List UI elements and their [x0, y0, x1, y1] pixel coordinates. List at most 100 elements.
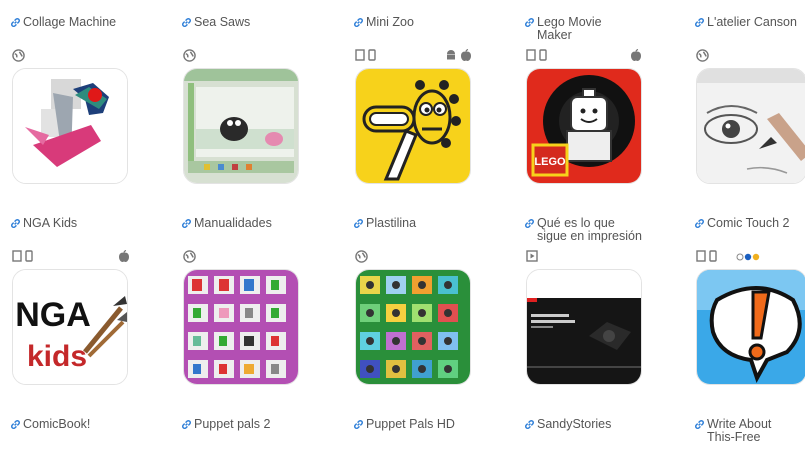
plastilina-icon[interactable]	[355, 269, 471, 385]
app-tile: Collage Machine	[10, 16, 170, 184]
app-tile: Manualidades	[181, 217, 341, 385]
app-tile: Plastilina	[353, 217, 513, 385]
app-title: Puppet Pals HD	[366, 417, 455, 431]
platform-icons	[355, 250, 480, 264]
app-title-link[interactable]: Write About This-Free	[694, 418, 805, 444]
phone-icon	[539, 49, 547, 61]
app-title: Lego Movie Maker	[537, 15, 602, 42]
platform-icons	[526, 250, 651, 264]
globe-icon	[355, 250, 368, 263]
platform-icons	[696, 250, 805, 264]
nga-kids-icon[interactable]: NGA kids	[12, 269, 128, 385]
video-icon	[526, 250, 538, 262]
que-es-lo-que-sigue-icon[interactable]	[526, 269, 642, 385]
platform-icons	[12, 49, 137, 63]
app-title: NGA Kids	[23, 216, 78, 230]
collage-machine-icon[interactable]	[12, 68, 128, 184]
flickr-dots-icon	[736, 253, 760, 261]
app-title: Sea Saws	[194, 15, 251, 29]
app-tile: Comic Touch 2	[694, 217, 805, 385]
link-icon	[525, 18, 534, 27]
phone-icon	[25, 250, 33, 262]
app-title: Manualidades	[194, 216, 272, 230]
platform-icons	[12, 250, 137, 264]
tablet-icon	[355, 49, 365, 61]
app-tile: Qué es lo que sigue en impresión	[524, 217, 684, 385]
app-title-link[interactable]: Sea Saws	[181, 16, 341, 29]
link-icon	[182, 420, 191, 429]
app-title-link[interactable]: Qué es lo que sigue en impresión	[524, 217, 684, 243]
android-icon	[447, 50, 455, 60]
comic-touch-icon[interactable]	[696, 269, 805, 385]
globe-icon	[183, 250, 196, 263]
link-icon	[11, 420, 20, 429]
app-title-link[interactable]: NGA Kids	[10, 217, 170, 230]
app-title-link[interactable]: Manualidades	[181, 217, 341, 230]
app-title: Qué es lo que sigue en impresión	[537, 216, 642, 243]
app-tile: Puppet pals 2	[181, 418, 341, 431]
app-title-link[interactable]: Comic Touch 2	[694, 217, 805, 230]
link-icon	[11, 18, 20, 27]
app-tile: Lego Movie Maker LEGO	[524, 16, 684, 184]
platform-icons	[526, 49, 651, 63]
app-tile: L'atelier Canson	[694, 16, 805, 184]
latelier-canson-icon[interactable]	[696, 68, 805, 184]
phone-icon	[368, 49, 376, 61]
platform-icons	[355, 49, 480, 63]
app-tile: Mini Zoo	[353, 16, 513, 184]
nga-logo-text: NGA	[15, 296, 91, 334]
app-title: Write About This-Free	[707, 417, 772, 444]
link-icon	[182, 219, 191, 228]
app-title-link[interactable]: L'atelier Canson	[694, 16, 805, 29]
link-icon	[354, 18, 363, 27]
app-tile: ComicBook!	[10, 418, 170, 431]
app-title: ComicBook!	[23, 417, 91, 431]
app-title-link[interactable]: ComicBook!	[10, 418, 170, 431]
app-title-link[interactable]: Collage Machine	[10, 16, 170, 29]
kids-logo-text: kids	[27, 340, 87, 373]
apple-icon	[119, 250, 129, 262]
apple-icon	[461, 49, 471, 61]
link-icon	[525, 219, 534, 228]
platform-icons	[183, 250, 308, 264]
link-icon	[695, 18, 704, 27]
app-tile: Sea Saws	[181, 16, 341, 184]
lego-movie-maker-icon[interactable]: LEGO	[526, 68, 642, 184]
app-title-link[interactable]: Puppet pals 2	[181, 418, 341, 431]
app-title-link[interactable]: Mini Zoo	[353, 16, 513, 29]
app-title: Mini Zoo	[366, 15, 414, 29]
phone-icon	[709, 250, 717, 262]
app-title: Puppet pals 2	[194, 417, 271, 431]
app-tile: SandyStories	[524, 418, 684, 431]
tablet-icon	[696, 250, 706, 262]
globe-icon	[12, 49, 25, 62]
link-icon	[11, 219, 20, 228]
app-title-link[interactable]: Plastilina	[353, 217, 513, 230]
tablet-icon	[12, 250, 22, 262]
link-icon	[695, 420, 704, 429]
app-tile: Write About This-Free	[694, 418, 805, 444]
link-icon	[525, 420, 534, 429]
link-icon	[695, 219, 704, 228]
app-title-link[interactable]: Lego Movie Maker	[524, 16, 684, 42]
link-icon	[182, 18, 191, 27]
platform-icons	[696, 49, 805, 63]
app-title: Collage Machine	[23, 15, 117, 29]
app-title: SandyStories	[537, 417, 612, 431]
platform-icons	[183, 49, 308, 63]
app-title: L'atelier Canson	[707, 15, 797, 29]
globe-icon	[696, 49, 709, 62]
link-icon	[354, 420, 363, 429]
mini-zoo-icon[interactable]	[355, 68, 471, 184]
app-title: Comic Touch 2	[707, 216, 790, 230]
manualidades-icon[interactable]	[183, 269, 299, 385]
sea-saws-icon[interactable]	[183, 68, 299, 184]
apple-icon	[631, 49, 641, 61]
lego-logo-text: LEGO	[534, 156, 566, 168]
link-icon	[354, 219, 363, 228]
app-title-link[interactable]: SandyStories	[524, 418, 684, 431]
app-title-link[interactable]: Puppet Pals HD	[353, 418, 513, 431]
globe-icon	[183, 49, 196, 62]
app-title: Plastilina	[366, 216, 417, 230]
tablet-icon	[526, 49, 536, 61]
